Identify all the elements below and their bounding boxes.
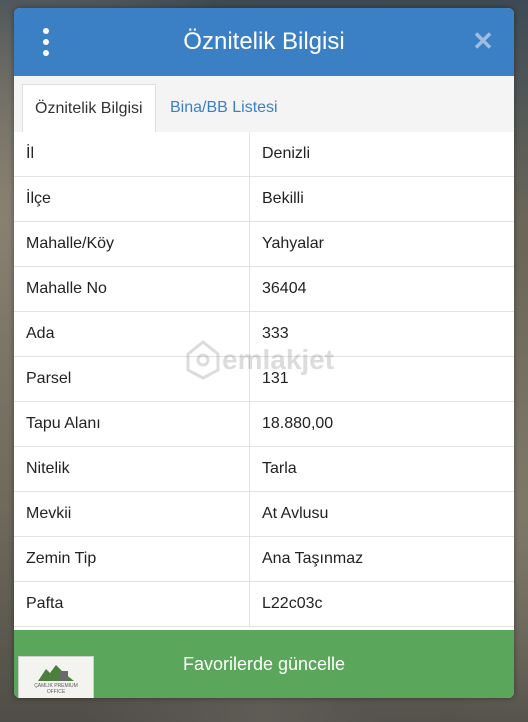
row-key: İlçe	[14, 177, 250, 221]
attribute-info-modal: Öznitelik Bilgisi ✕ Öznitelik Bilgisi Bi…	[14, 8, 514, 698]
row-value: Ana Taşınmaz	[262, 550, 364, 567]
table-row: İlçe Bekilli	[14, 177, 514, 222]
tab-building-list[interactable]: Bina/BB Listesi	[158, 84, 290, 132]
office-logo: ÇAMLIK PREMIUM OFFICE	[18, 656, 94, 698]
table-row: Tapu Alanı 18.880,00	[14, 402, 514, 447]
row-key: Tapu Alanı	[14, 402, 250, 446]
building-logo-icon	[38, 665, 74, 681]
row-key: Parsel	[14, 357, 250, 401]
row-key: İl	[14, 132, 250, 176]
row-value: L22c03c	[262, 595, 323, 612]
row-key: Mahalle No	[14, 267, 250, 311]
row-key: Mevkii	[14, 492, 250, 536]
table-row: Pafta L22c03c	[14, 582, 514, 627]
row-value: At Avlusu	[262, 505, 329, 522]
update-favorites-label: Favorilerde güncelle	[182, 653, 346, 674]
row-value: Denizli	[262, 145, 311, 162]
row-value: Bekilli	[262, 190, 304, 207]
row-key: Nitelik	[14, 447, 250, 491]
modal-title: Öznitelik Bilgisi	[183, 28, 345, 55]
kebab-vertical-icon[interactable]	[36, 28, 56, 56]
row-value: 333	[262, 325, 289, 342]
row-value: Tarla	[262, 460, 297, 477]
tab-attribute-info[interactable]: Öznitelik Bilgisi	[22, 84, 156, 134]
row-key: Pafta	[14, 582, 250, 626]
row-value: 36404	[262, 280, 307, 297]
row-value: 18.880,00	[262, 415, 334, 432]
table-row: Parsel 131	[14, 357, 514, 402]
logo-line2: OFFICE	[46, 689, 66, 695]
tab-bar: Öznitelik Bilgisi Bina/BB Listesi	[14, 76, 514, 134]
table-row: Nitelik Tarla	[14, 447, 514, 492]
table-row: Mahalle No 36404	[14, 267, 514, 312]
table-row: Mahalle/Köy Yahyalar	[14, 222, 514, 267]
row-key: Mahalle/Köy	[14, 222, 250, 266]
attribute-table: İl Denizli İlçe Bekilli Mahalle/Köy Yahyala…	[14, 132, 514, 627]
row-value: Yahyalar	[262, 235, 324, 252]
modal-header: Öznitelik Bilgisi ✕	[14, 8, 514, 76]
table-row: Ada 333	[14, 312, 514, 357]
table-row: Mevkii At Avlusu	[14, 492, 514, 537]
row-key: Zemin Tip	[14, 537, 250, 581]
table-row: Zemin Tip Ana Taşınmaz	[14, 537, 514, 582]
table-row: İl Denizli	[14, 132, 514, 177]
row-value: 131	[262, 370, 289, 387]
close-icon[interactable]: ✕	[470, 28, 496, 54]
row-key: Ada	[14, 312, 250, 356]
